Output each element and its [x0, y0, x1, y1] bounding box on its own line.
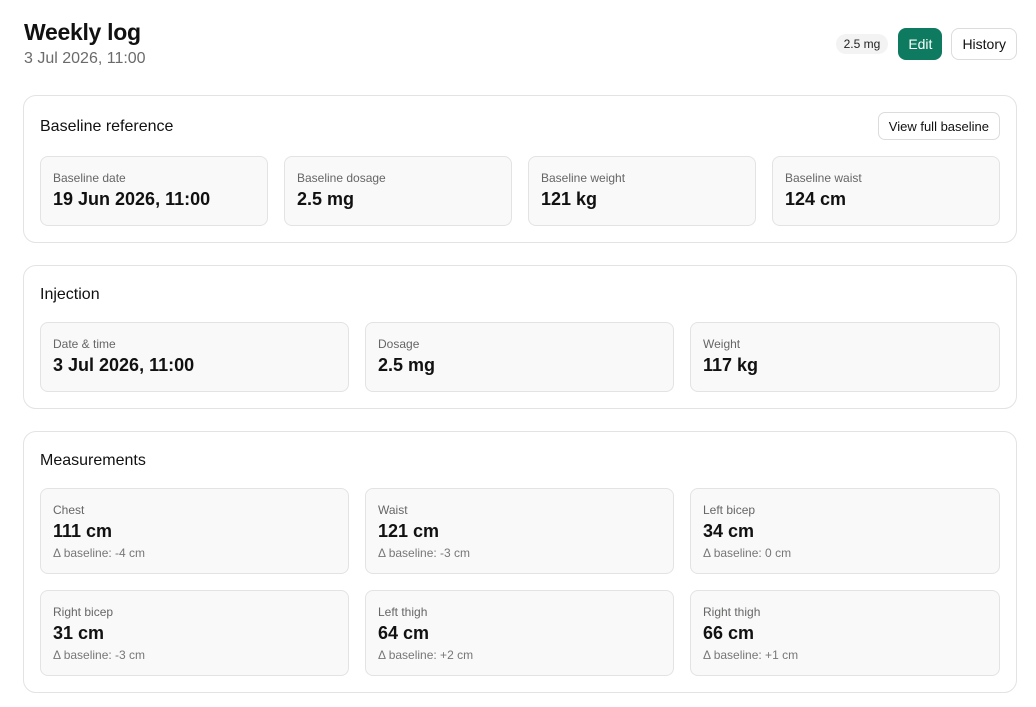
- tile-value: 117 kg: [703, 355, 759, 375]
- tile-label: Dosage: [378, 337, 420, 351]
- tile-value: 19 Jun 2026, 11:00: [53, 189, 211, 209]
- tile-label: Weight: [703, 337, 741, 351]
- measurement-chest-tile: Chest 111 cm Δ baseline: -4 cm: [40, 488, 349, 574]
- tile-value: 31 cm: [53, 623, 105, 643]
- measurements-card-title: Measurements: [40, 452, 146, 469]
- tile-label: Chest: [53, 503, 85, 517]
- baseline-waist-tile: Baseline waist 124 cm: [772, 156, 1000, 226]
- measurement-right-bicep-tile: Right bicep 31 cm Δ baseline: -3 cm: [40, 590, 349, 676]
- edit-button[interactable]: Edit: [898, 28, 943, 60]
- baseline-date-tile: Baseline date 19 Jun 2026, 11:00: [40, 156, 268, 226]
- baseline-card-title: Baseline reference: [40, 118, 174, 135]
- tile-delta: Δ baseline: +1 cm: [703, 648, 799, 662]
- tile-value: 2.5 mg: [378, 355, 436, 375]
- page-header: Weekly log 3 Jul 2026, 11:00 2.5 mg Edit…: [24, 18, 1017, 70]
- tile-delta: Δ baseline: -3 cm: [53, 648, 146, 662]
- measurements-card: Measurements Chest 111 cm Δ baseline: -4…: [23, 431, 1017, 693]
- tile-delta: Δ baseline: +2 cm: [378, 648, 474, 662]
- tile-value: 121 cm: [378, 521, 440, 541]
- tile-label: Date & time: [53, 337, 116, 351]
- measurement-waist-tile: Waist 121 cm Δ baseline: -3 cm: [365, 488, 674, 574]
- injection-weight-tile: Weight 117 kg: [690, 322, 1000, 392]
- injection-datetime-tile: Date & time 3 Jul 2026, 11:00: [40, 322, 349, 392]
- tile-label: Right bicep: [53, 605, 114, 619]
- tile-value: 3 Jul 2026, 11:00: [53, 355, 195, 375]
- tile-value: 66 cm: [703, 623, 755, 643]
- tile-delta: Δ baseline: -4 cm: [53, 546, 146, 560]
- tile-label: Waist: [378, 503, 408, 517]
- baseline-dosage-tile: Baseline dosage 2.5 mg: [284, 156, 512, 226]
- tile-label: Left bicep: [703, 503, 756, 517]
- weekly-log-page: Weekly log 3 Jul 2026, 11:00 2.5 mg Edit…: [0, 0, 1036, 707]
- tile-label: Baseline dosage: [297, 171, 386, 185]
- injection-dosage-tile: Dosage 2.5 mg: [365, 322, 674, 392]
- tile-label: Baseline weight: [541, 171, 626, 185]
- tile-value: 64 cm: [378, 623, 430, 643]
- tile-label: Left thigh: [378, 605, 428, 619]
- measurement-left-thigh-tile: Left thigh 64 cm Δ baseline: +2 cm: [365, 590, 674, 676]
- tile-value: 111 cm: [53, 521, 113, 541]
- history-button[interactable]: History: [951, 28, 1017, 60]
- tile-label: Baseline waist: [785, 171, 862, 185]
- dose-badge: 2.5 mg: [835, 34, 889, 54]
- tile-value: 121 kg: [541, 189, 598, 209]
- measurement-right-thigh-tile: Right thigh 66 cm Δ baseline: +1 cm: [690, 590, 1000, 676]
- tile-delta: Δ baseline: 0 cm: [703, 546, 792, 560]
- injection-card-title: Injection: [40, 286, 100, 303]
- injection-card: Injection Date & time 3 Jul 2026, 11:00 …: [23, 265, 1017, 409]
- tile-value: 2.5 mg: [297, 189, 355, 209]
- tile-label: Baseline date: [53, 171, 126, 185]
- tile-value: 34 cm: [703, 521, 755, 541]
- measurement-left-bicep-tile: Left bicep 34 cm Δ baseline: 0 cm: [690, 488, 1000, 574]
- header-actions: 2.5 mg Edit History: [835, 28, 1017, 60]
- tile-value: 124 cm: [785, 189, 847, 209]
- tile-label: Right thigh: [703, 605, 761, 619]
- tile-delta: Δ baseline: -3 cm: [378, 546, 471, 560]
- view-full-baseline-button[interactable]: View full baseline: [877, 112, 1000, 140]
- baseline-weight-tile: Baseline weight 121 kg: [528, 156, 756, 226]
- baseline-card: Baseline reference View full baseline Ba…: [23, 95, 1017, 243]
